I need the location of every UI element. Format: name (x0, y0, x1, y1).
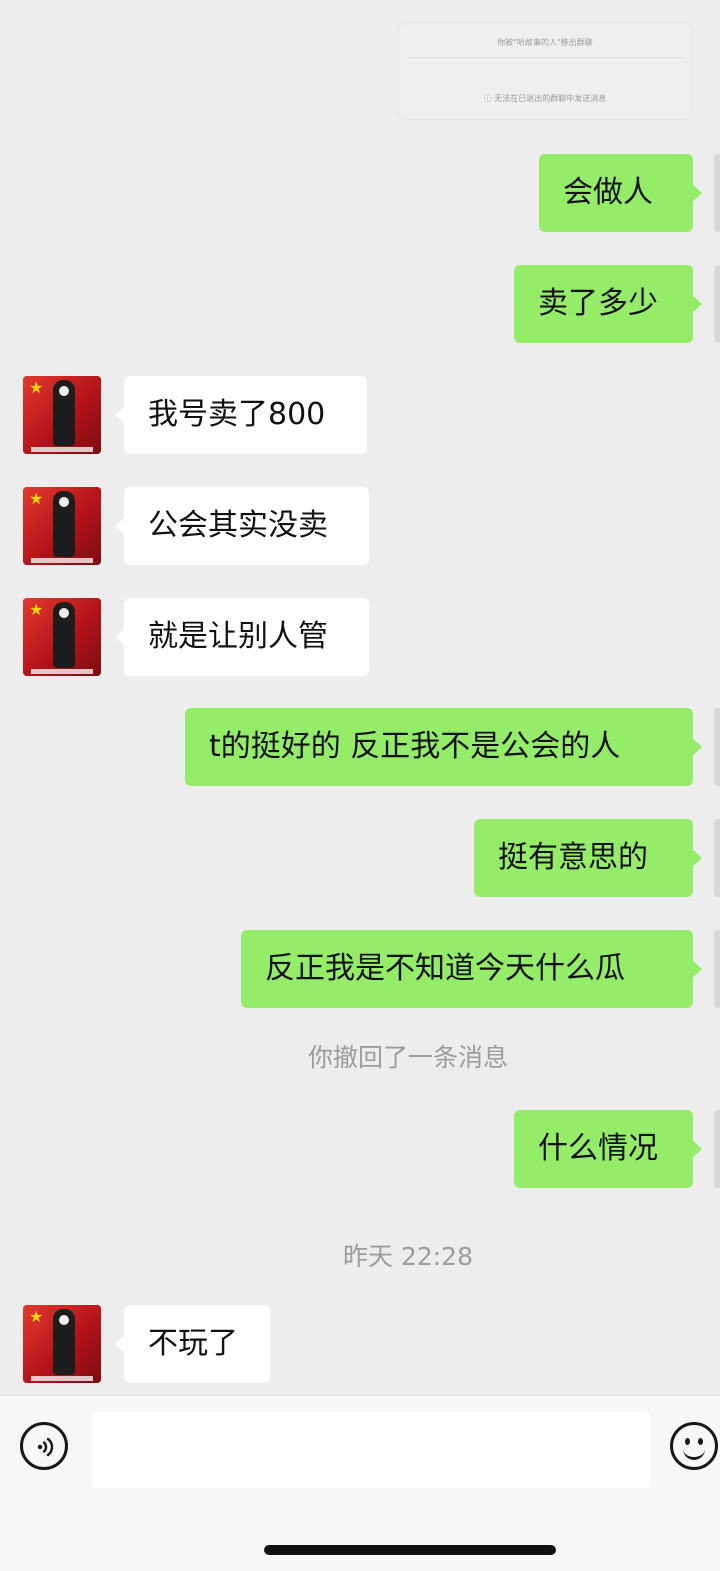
contact-avatar[interactable]: ★ (23, 376, 101, 454)
star-icon: ★ (29, 378, 44, 397)
self-avatar[interactable] (714, 819, 720, 897)
message-bubble-incoming[interactable]: 就是让别人管 (115, 598, 369, 676)
group-notice-hint: ⓘ 无法在已退出的群聊中发送消息 (483, 94, 607, 103)
self-avatar[interactable] (714, 265, 720, 343)
contact-avatar[interactable]: ★ (23, 1305, 101, 1383)
self-avatar[interactable] (714, 154, 720, 232)
message-bubble-outgoing[interactable]: 卖了多少 (514, 265, 702, 343)
message-bubble-outgoing[interactable]: 什么情况 (514, 1110, 702, 1188)
self-avatar[interactable] (714, 930, 720, 1008)
message-bubble-incoming[interactable]: 公会其实没卖 (115, 487, 369, 565)
emoji-icon[interactable] (670, 1422, 718, 1470)
self-avatar[interactable] (714, 708, 720, 786)
chat-area[interactable]: 你被"听故事的人"移出群聊 ⓘ 无法在已退出的群聊中发送消息 会做人 卖了多少 … (0, 0, 720, 1395)
message-bubble-incoming[interactable]: 不玩了 (115, 1305, 270, 1383)
star-icon: ★ (29, 1307, 44, 1326)
divider (407, 57, 683, 58)
group-notice-text: 你被"听故事的人"移出群聊 (497, 38, 593, 47)
contact-avatar[interactable]: ★ (23, 487, 101, 565)
star-icon: ★ (29, 600, 44, 619)
message-bubble-incoming[interactable]: 我号卖了800 (115, 376, 367, 454)
home-indicator[interactable] (264, 1545, 556, 1555)
message-input[interactable] (92, 1412, 650, 1488)
voice-icon[interactable] (20, 1422, 68, 1470)
message-bubble-outgoing[interactable]: 反正我是不知道今天什么瓜 (241, 930, 702, 1008)
message-bubble-outgoing[interactable]: t的挺好的 反正我不是公会的人 (185, 708, 702, 786)
message-bubble-outgoing[interactable]: 挺有意思的 (474, 819, 702, 897)
input-bar (0, 1395, 720, 1571)
self-avatar[interactable] (714, 1110, 720, 1188)
contact-avatar[interactable]: ★ (23, 598, 101, 676)
timestamp: 昨天 22:28 (343, 1242, 473, 1271)
star-icon: ★ (29, 489, 44, 508)
message-bubble-outgoing[interactable]: 会做人 (539, 154, 702, 232)
recall-notice: 你撤回了一条消息 (307, 1043, 508, 1072)
group-notice-card[interactable]: 你被"听故事的人"移出群聊 ⓘ 无法在已退出的群聊中发送消息 (398, 22, 692, 120)
